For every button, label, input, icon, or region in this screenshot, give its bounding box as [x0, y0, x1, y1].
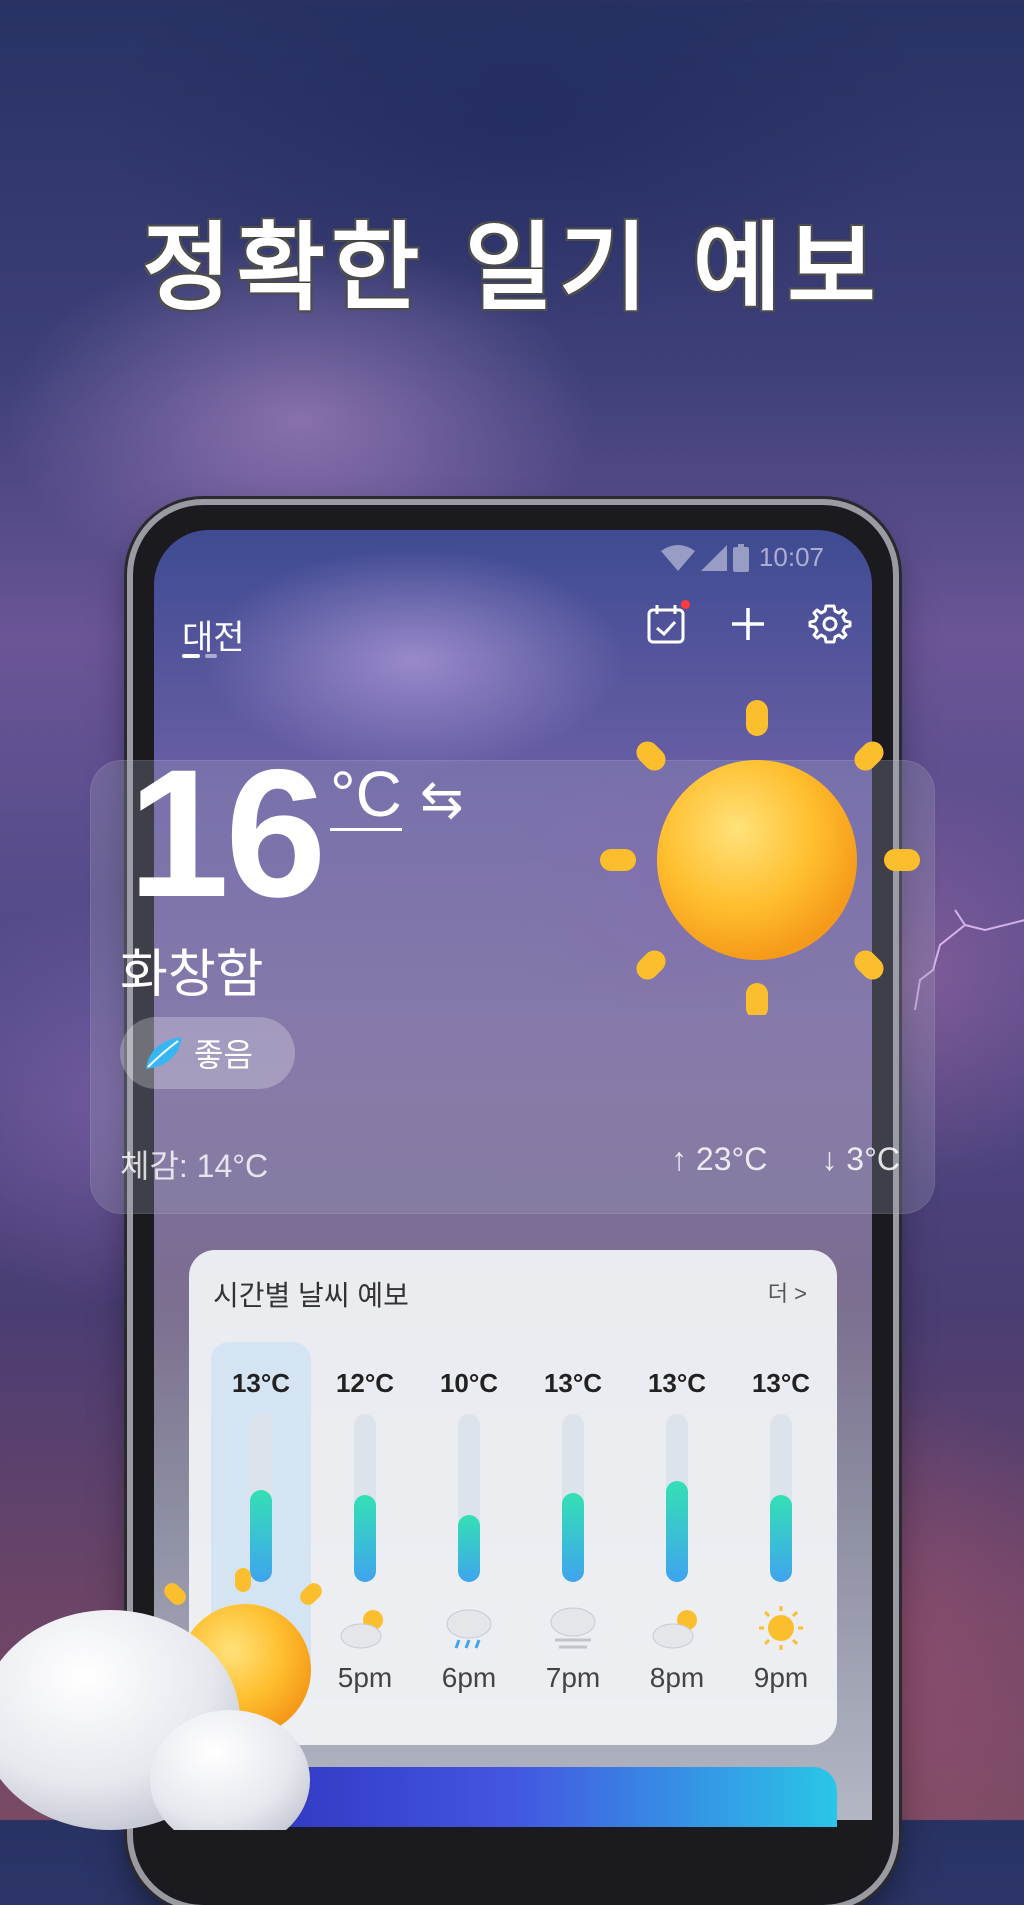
temp-bar [562, 1414, 584, 1582]
current-temperature: 16 [128, 731, 326, 935]
sunny-icon [759, 1606, 803, 1650]
sun-icon [600, 700, 920, 1015]
city-name[interactable]: 대전 [182, 610, 245, 659]
hour-item[interactable]: 12°C 5pm [315, 1342, 415, 1693]
hour-temp: 10°C [439, 1368, 499, 1398]
hour-time: 6pm [441, 1662, 497, 1693]
plus-icon [732, 608, 764, 640]
partly-cloudy-icon [340, 1610, 383, 1649]
rain-icon [446, 1609, 492, 1649]
more-link[interactable]: 더 > [768, 1276, 807, 1308]
hour-temp: 13°C [543, 1368, 603, 1398]
wifi-icon [660, 544, 695, 571]
calendar-check-icon[interactable] [644, 600, 690, 646]
feels-like: 체감: 14°C [120, 1148, 269, 1184]
status-time: 10:07 [758, 542, 824, 572]
settings-button[interactable] [808, 602, 852, 646]
temp-bar [666, 1414, 688, 1582]
air-quality-label: 좋음 [194, 1037, 253, 1073]
battery-icon [732, 543, 749, 572]
page-indicator [182, 654, 217, 658]
hour-time: 9pm [753, 1662, 809, 1693]
temp-bar [354, 1414, 376, 1582]
hour-temp: 13°C [231, 1368, 291, 1398]
temperature-unit-toggle[interactable]: °C [330, 762, 402, 831]
hour-temp: 13°C [751, 1368, 811, 1398]
swap-unit-icon[interactable]: ⇆ [420, 770, 464, 830]
leaf-icon [146, 1037, 182, 1069]
status-bar: 10:07 [660, 542, 824, 573]
temp-bar [250, 1414, 272, 1582]
signal-icon [700, 544, 727, 571]
hour-temp: 12°C [335, 1368, 395, 1398]
cloud-decoration-icon [0, 1610, 310, 1830]
high-temperature: ↑ 23°C [671, 1141, 768, 1177]
low-temperature: ↓ 3°C [821, 1141, 900, 1177]
headline: 정확한 일기 예보 [142, 212, 882, 324]
hour-item[interactable]: 10°C 6pm [419, 1342, 519, 1693]
hour-time: 7pm [545, 1662, 601, 1693]
add-city-button[interactable] [726, 602, 770, 646]
partly-cloudy-icon [652, 1610, 697, 1649]
hourly-title: 시간별 날씨 예보 [213, 1280, 409, 1311]
air-quality-badge[interactable]: 좋음 [120, 1017, 295, 1089]
hour-time: 8pm [649, 1662, 705, 1693]
temp-bar [770, 1414, 792, 1582]
hour-item[interactable]: 13°C 7pm [523, 1342, 623, 1693]
fog-icon [550, 1607, 596, 1649]
hour-item[interactable]: 13°C 9pm [731, 1342, 831, 1693]
temp-bar [458, 1414, 480, 1582]
hour-temp: 13°C [647, 1368, 707, 1398]
notification-dot [681, 600, 690, 609]
gear-icon [808, 604, 852, 644]
weather-condition: 화창함 [120, 946, 264, 1004]
hour-item[interactable]: 13°C 8pm [627, 1342, 727, 1693]
